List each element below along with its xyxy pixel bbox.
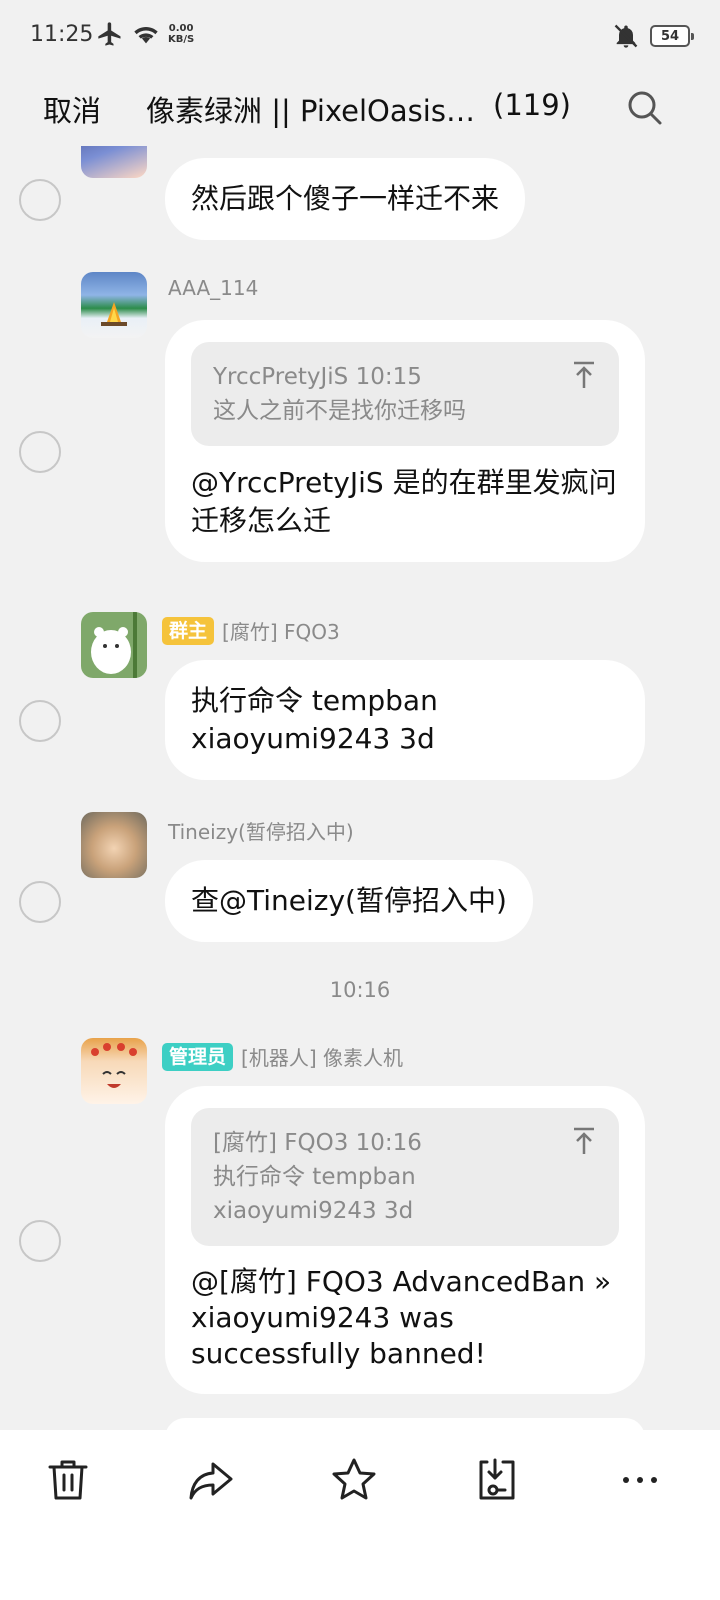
search-icon: [628, 91, 662, 125]
group-title: 像素绿洲 || PixelOasis玩...: [146, 94, 486, 128]
airplane-icon: [98, 22, 121, 46]
message-bubble[interactable]: [165, 1418, 645, 1430]
message-bubble[interactable]: [腐竹] FQO3 10:16 执行命令 tempban xiaoyumi924…: [165, 1086, 645, 1394]
top-bar: 取消 像素绿洲 || PixelOasis玩... (119): [0, 70, 720, 146]
role-badge-admin: 管理员: [162, 1042, 234, 1071]
bottom-action-bar: [0, 1430, 720, 1600]
select-checkbox[interactable]: [19, 700, 61, 742]
save-button[interactable]: [473, 1456, 521, 1504]
avatar[interactable]: [81, 272, 147, 338]
more-button[interactable]: [616, 1456, 664, 1504]
forward-button[interactable]: [187, 1456, 235, 1504]
message-text: 查@Tineizy(暂停招入中): [191, 884, 507, 917]
delete-icon: [48, 1460, 88, 1500]
role-badge-owner: 群主: [162, 616, 215, 645]
message-bubble[interactable]: 查@Tineizy(暂停招入中): [165, 860, 533, 942]
favorite-icon: [332, 1458, 376, 1500]
sender-name[interactable]: Tineizy(暂停招入中): [168, 816, 354, 845]
delete-button[interactable]: [44, 1456, 92, 1504]
sender-line: Tineizy(暂停招入中): [168, 816, 354, 845]
search-button[interactable]: [625, 88, 665, 128]
status-time: 11:25: [30, 22, 94, 47]
sender-name[interactable]: [机器人] 像素人机: [241, 1042, 403, 1071]
message-bubble[interactable]: YrccPretyJiS 10:15 这人之前不是找你迁移吗 @YrccPret…: [165, 320, 645, 562]
time-divider: 10:16: [329, 978, 391, 1002]
select-checkbox[interactable]: [19, 1220, 61, 1262]
battery-icon: 54: [650, 25, 694, 47]
mute-icon: [614, 24, 638, 48]
status-left-icons: 0.00 KB/S: [96, 20, 194, 48]
sender-line: 管理员 [机器人] 像素人机: [162, 1042, 403, 1071]
sender-name[interactable]: AAA_114: [168, 276, 258, 300]
avatar[interactable]: [81, 146, 147, 178]
quote-author: YrccPretyJiS 10:15: [213, 364, 422, 390]
jump-to-quote-icon[interactable]: [571, 1126, 597, 1156]
sender-line: AAA_114: [168, 276, 258, 300]
sender-line: 群主 [腐竹] FQO3: [162, 616, 340, 645]
select-checkbox[interactable]: [19, 431, 61, 473]
cancel-button[interactable]: 取消: [43, 88, 101, 130]
message-text: @YrccPretyJiS 是的在群里发疯问迁移怎么迁: [191, 466, 617, 537]
status-right-icons: 54: [612, 22, 694, 50]
avatar[interactable]: [81, 1038, 147, 1104]
chat-list[interactable]: 然后跟个傻子一样迁不来 AAA_114 YrccPretyJiS 10:15 这…: [0, 146, 720, 1430]
status-bar: 11:25 0.00 KB/S 54: [0, 0, 720, 70]
quote-text: 执行命令 tempban xiaoyumi9243 3d: [213, 1164, 416, 1224]
quoted-message[interactable]: YrccPretyJiS 10:15 这人之前不是找你迁移吗: [191, 342, 619, 446]
forward-icon: [189, 1462, 233, 1500]
message-bubble[interactable]: 然后跟个傻子一样迁不来: [165, 158, 526, 240]
message-bubble[interactable]: 执行命令 tempban xiaoyumi9243 3d: [165, 660, 645, 780]
member-count: (119): [493, 88, 571, 122]
sender-name[interactable]: [腐竹] FQO3: [222, 616, 340, 645]
avatar[interactable]: [81, 612, 147, 678]
more-icon: [623, 1477, 657, 1483]
quoted-message[interactable]: [腐竹] FQO3 10:16 执行命令 tempban xiaoyumi924…: [191, 1108, 619, 1246]
select-checkbox[interactable]: [19, 179, 61, 221]
message-text: 然后跟个傻子一样迁不来: [191, 182, 500, 215]
avatar[interactable]: [81, 812, 147, 878]
jump-to-quote-icon[interactable]: [571, 360, 597, 390]
wifi-icon: [134, 27, 158, 44]
select-checkbox[interactable]: [19, 881, 61, 923]
message-text: 执行命令 tempban xiaoyumi9243 3d: [191, 684, 438, 755]
message-text: @[腐竹] FQO3 AdvancedBan » xiaoyumi9243 wa…: [191, 1265, 612, 1370]
quote-text: 这人之前不是找你迁移吗: [213, 398, 466, 424]
save-icon: [479, 1458, 515, 1500]
favorite-button[interactable]: [330, 1456, 378, 1504]
net-speed: 0.00 KB/S: [168, 23, 195, 45]
quote-author: [腐竹] FQO3 10:16: [213, 1130, 422, 1156]
